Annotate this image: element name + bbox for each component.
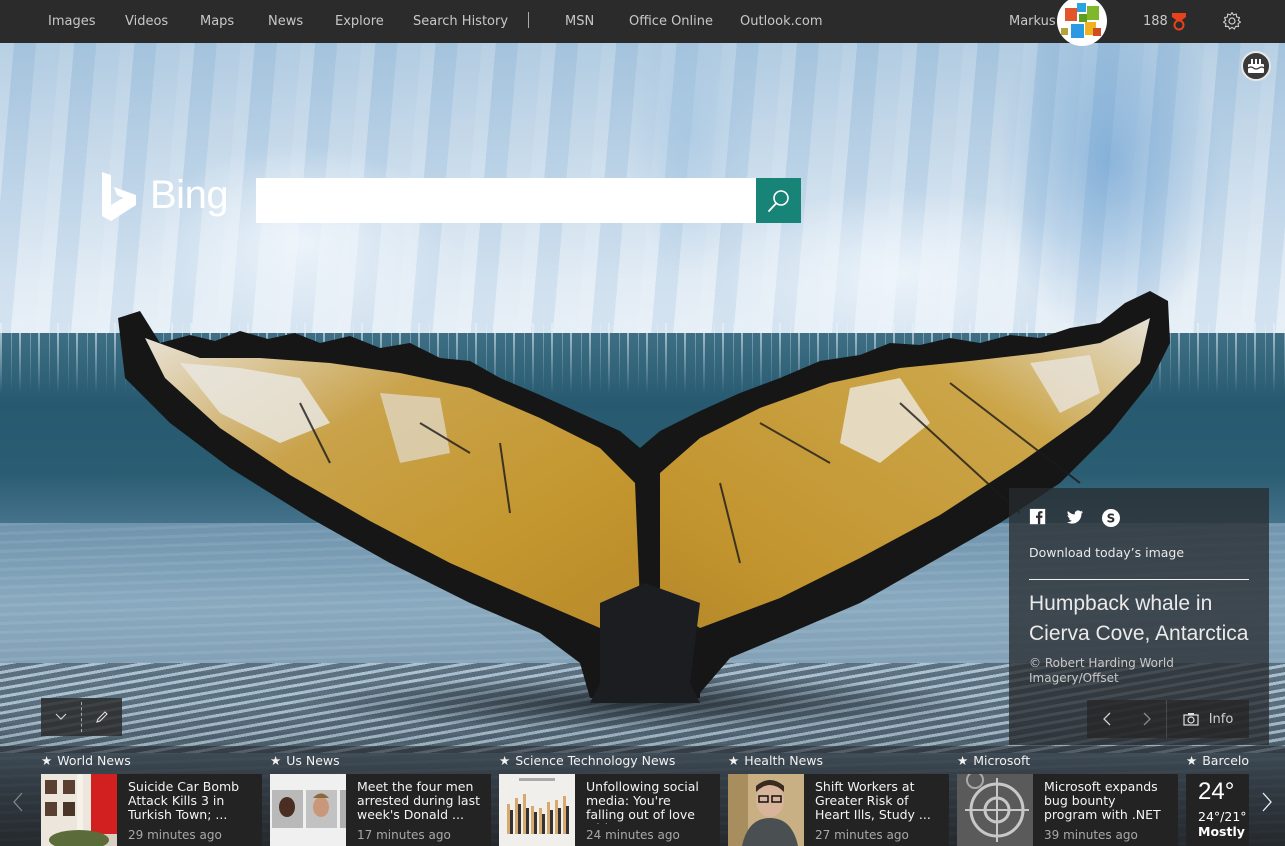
- mugshots-photo-icon: [270, 774, 346, 846]
- info-label: Info: [1208, 711, 1234, 727]
- news-time: 27 minutes ago: [815, 828, 909, 842]
- nav-outlook[interactable]: Outlook.com: [740, 14, 823, 29]
- star-icon: ★: [728, 752, 740, 768]
- nav-search-history[interactable]: Search History: [413, 14, 508, 29]
- bing-wordmark: Bing: [150, 172, 229, 217]
- news-category[interactable]: ★ Science Technology News: [499, 746, 720, 774]
- birthday-cake-icon[interactable]: [1241, 51, 1271, 81]
- news-card[interactable]: Suicide Car Bomb Attack Kills 3 in Turki…: [41, 774, 262, 846]
- avatar-cubes-icon: [1061, 3, 1101, 38]
- news-title: Shift Workers at Greater Risk of Heart I…: [815, 780, 931, 822]
- avatar[interactable]: [1057, 0, 1107, 46]
- nav-maps[interactable]: Maps: [200, 14, 234, 29]
- news-card[interactable]: Microsoft expands bug bounty program wit…: [957, 774, 1178, 846]
- weather-card[interactable]: 24° 24°/21° Mostly S: [1186, 774, 1249, 846]
- weather-condition: Mostly S: [1198, 824, 1249, 839]
- nav-divider: [528, 12, 529, 28]
- bing-b-icon: [102, 172, 136, 221]
- svg-text:S: S: [1107, 512, 1116, 526]
- chevron-left-icon: [1103, 712, 1111, 726]
- divider: [1029, 579, 1249, 580]
- image-title[interactable]: Humpback whale in Cierva Cove, Antarctic…: [1029, 589, 1259, 649]
- download-image-link[interactable]: Download today’s image: [1029, 545, 1184, 560]
- news-thumbnail: [728, 774, 804, 846]
- nav-news[interactable]: News: [268, 14, 303, 29]
- news-card[interactable]: Unfollowing social media: You're falling…: [499, 774, 720, 846]
- news-group-us: ★ Us News Meet the four men arrested duri…: [270, 746, 491, 846]
- chevron-left-icon: [13, 792, 23, 812]
- rewards-count[interactable]: 188: [1143, 14, 1168, 29]
- news-thumbnail: [41, 774, 117, 846]
- skype-icon[interactable]: S: [1101, 508, 1121, 528]
- nav-msn[interactable]: MSN: [565, 14, 594, 29]
- news-scroll-left-button[interactable]: [8, 790, 28, 814]
- nav-images[interactable]: Images: [48, 14, 96, 29]
- target-photo-icon: [957, 774, 1033, 846]
- news-thumbnail: [270, 774, 346, 846]
- news-title: Unfollowing social media: You're falling…: [586, 780, 699, 824]
- top-nav-bar: Images Videos Maps News Explore Search H…: [0, 0, 1285, 46]
- star-icon: ★: [957, 752, 969, 768]
- pencil-icon: [96, 711, 108, 723]
- news-thumbnail: [957, 774, 1033, 846]
- news-strip-controls: [41, 698, 122, 736]
- news-time: 39 minutes ago: [1044, 828, 1138, 842]
- nav-explore[interactable]: Explore: [335, 14, 384, 29]
- news-category[interactable]: ★ Health News: [728, 746, 949, 774]
- weather-location[interactable]: ★ Barcelor: [1186, 746, 1249, 774]
- news-group-health: ★ Health News Shift Workers at Greater Ri…: [728, 746, 949, 846]
- news-card[interactable]: Shift Workers at Greater Risk of Heart I…: [728, 774, 949, 846]
- twitter-icon[interactable]: [1065, 508, 1085, 528]
- search-icon: [767, 189, 789, 212]
- next-image-button[interactable]: [1127, 700, 1167, 738]
- weather-range: 24°/21°: [1198, 809, 1247, 824]
- chevron-down-icon: [55, 713, 67, 720]
- camera-icon: [1183, 713, 1199, 726]
- weather-group: ★Barcelor 24° 24°/21° Mostly S: [1186, 746, 1249, 846]
- news-category[interactable]: ★ Us News: [270, 746, 491, 774]
- bing-logo[interactable]: Bing: [102, 172, 229, 222]
- news-card[interactable]: Meet the four men arrested during last w…: [270, 774, 491, 846]
- collapse-news-button[interactable]: [41, 698, 81, 736]
- nav-office-online[interactable]: Office Online: [629, 14, 713, 29]
- bar-chart-photo-icon: [499, 774, 575, 846]
- previous-image-button[interactable]: [1087, 700, 1127, 738]
- image-info-panel: S Download today’s image Humpback whale …: [1009, 488, 1269, 745]
- image-credit: © Robert Harding World Imagery/Offset: [1029, 656, 1174, 685]
- news-group-scitech: ★Science Technology News Unfollowing so: [499, 746, 720, 846]
- facebook-icon[interactable]: [1029, 508, 1049, 528]
- image-nav-controls: Info: [1087, 700, 1249, 738]
- share-buttons: S: [1029, 508, 1121, 528]
- news-group-world: ★ World News Suicide Car Bomb Attack Kill…: [41, 746, 262, 846]
- building-photo-icon: [41, 774, 117, 846]
- search-button[interactable]: [756, 178, 801, 223]
- star-icon: ★: [1186, 752, 1198, 768]
- tired-man-photo-icon: [728, 774, 804, 846]
- chevron-right-icon: [1262, 792, 1272, 812]
- news-thumbnail: [499, 774, 575, 846]
- customize-news-button[interactable]: [82, 698, 122, 736]
- user-name[interactable]: Markus: [1009, 14, 1056, 29]
- search-input[interactable]: [256, 178, 756, 223]
- star-icon: ★: [41, 752, 53, 768]
- rewards-medal-icon[interactable]: [1171, 11, 1187, 31]
- news-time: 24 minutes ago: [586, 828, 680, 842]
- news-title: Microsoft expands bug bounty program wit…: [1044, 780, 1161, 824]
- news-category[interactable]: ★ Microsoft: [957, 746, 1178, 774]
- news-group-microsoft: ★ Microsoft Microsoft expands bug bounty …: [957, 746, 1178, 846]
- news-time: 29 minutes ago: [128, 828, 222, 842]
- news-scroll-right-button[interactable]: [1257, 790, 1277, 814]
- star-icon: ★: [270, 752, 282, 768]
- nav-videos[interactable]: Videos: [125, 14, 168, 29]
- info-button[interactable]: Info: [1167, 700, 1249, 738]
- news-time: 17 minutes ago: [357, 828, 451, 842]
- settings-gear-icon[interactable]: [1222, 11, 1242, 31]
- star-icon: ★: [499, 752, 511, 768]
- news-category[interactable]: ★ World News: [41, 746, 262, 774]
- chevron-right-icon: [1143, 712, 1151, 726]
- weather-temp: 24°: [1198, 778, 1235, 805]
- news-title: Meet the four men arrested during last w…: [357, 780, 480, 822]
- news-title: Suicide Car Bomb Attack Kills 3 in Turki…: [128, 780, 240, 822]
